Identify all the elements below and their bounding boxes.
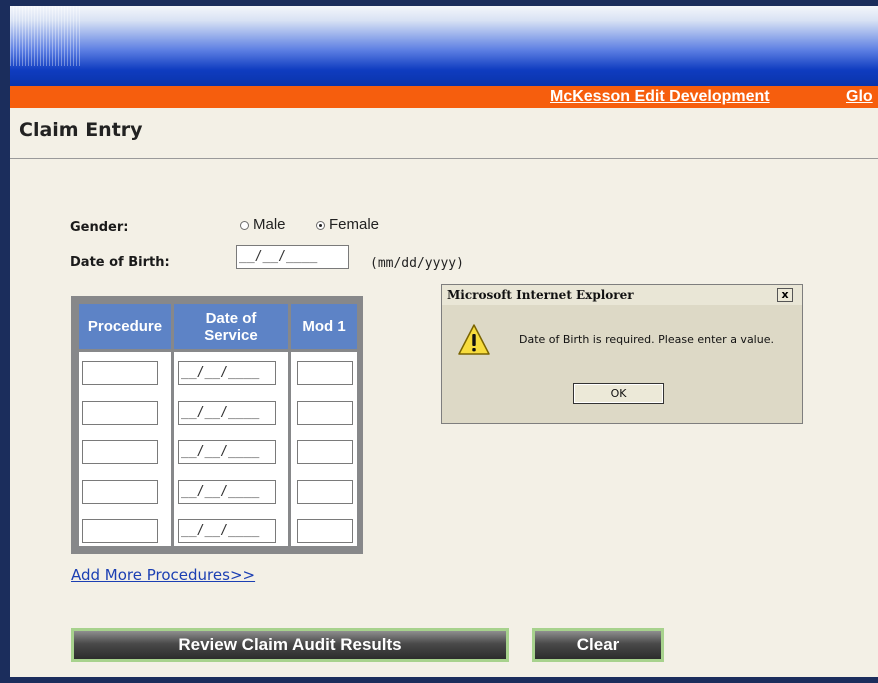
procedure-input[interactable] [82,361,158,385]
column-header-procedure: Procedure [79,304,171,349]
alert-dialog: Microsoft Internet Explorer x Date of Bi… [441,284,803,424]
mod1-input[interactable] [297,361,353,385]
dob-input[interactable]: __/__/____ [236,245,349,269]
nav-link-mckesson-edit-development[interactable]: McKesson Edit Development [550,88,770,106]
gender-male-label: Male [253,216,286,233]
date-of-service-input[interactable]: __/__/____ [178,480,276,504]
date-of-service-input[interactable]: __/__/____ [178,440,276,464]
procedure-input[interactable] [82,401,158,425]
add-more-procedures-link[interactable]: Add More Procedures>> [71,566,255,584]
gender-female-label: Female [329,216,380,233]
procedure-input[interactable] [82,440,158,464]
nav-link-glo[interactable]: Glo [846,88,873,106]
warning-icon [458,324,490,355]
banner-pattern [10,6,80,66]
title-divider [10,158,878,159]
column-header-date-of-service: Date of Service [174,304,288,349]
dob-label: Date of Birth: [70,255,170,270]
mod1-input[interactable] [297,440,353,464]
review-claim-audit-results-button[interactable]: Review Claim Audit Results [71,628,509,662]
gender-label: Gender: [70,220,129,235]
clear-button[interactable]: Clear [532,628,664,662]
mod1-input[interactable] [297,401,353,425]
date-of-service-input[interactable]: __/__/____ [178,361,276,385]
dob-format-hint: (mm/dd/yyyy) [370,256,464,271]
procedure-input[interactable] [82,480,158,504]
dialog-close-button[interactable]: x [777,288,793,302]
page-title: Claim Entry [19,119,143,141]
dialog-ok-button[interactable]: OK [573,383,664,404]
gender-female-radio[interactable] [316,221,325,230]
date-of-service-input[interactable]: __/__/____ [178,519,276,543]
column-header-mod-1: Mod 1 [291,304,357,349]
window-frame-left [0,0,10,683]
dialog-message: Date of Birth is required. Please enter … [519,333,774,346]
dialog-title: Microsoft Internet Explorer [447,288,634,302]
gender-male-radio[interactable] [240,221,249,230]
mod1-input[interactable] [297,519,353,543]
date-of-service-input[interactable]: __/__/____ [178,401,276,425]
mod1-input[interactable] [297,480,353,504]
procedure-input[interactable] [82,519,158,543]
window-frame-bottom [0,677,878,683]
header-banner [10,6,878,86]
